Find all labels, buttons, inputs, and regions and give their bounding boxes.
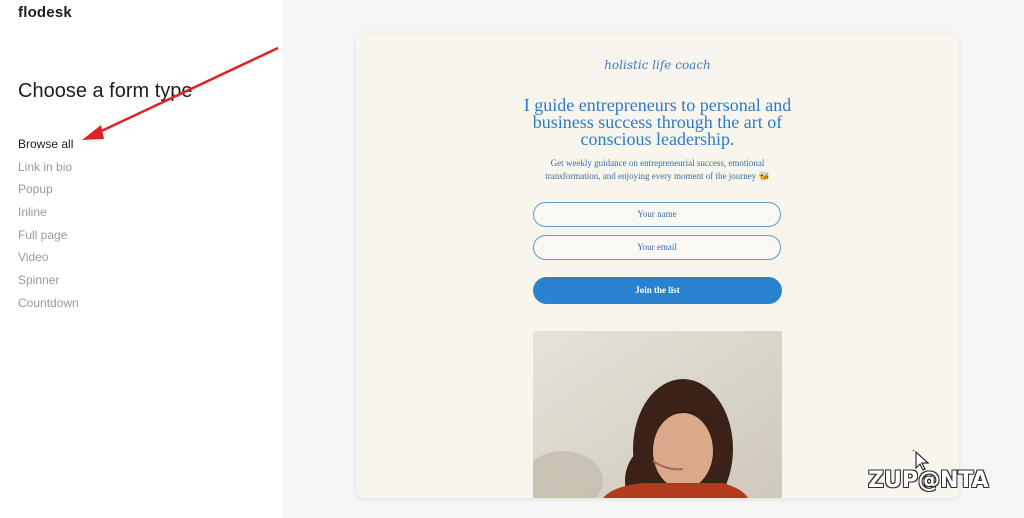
preview-subtext-text: Get weekly guidance on entrepreneurial s… [545,158,765,181]
preview-headline: I guide entrepreneurs to personal and bu… [523,95,792,149]
form-type-link-in-bio[interactable]: Link in bio [18,159,79,182]
form-type-full-page[interactable]: Full page [18,227,79,250]
coach-portrait-image [533,331,782,498]
form-type-countdown[interactable]: Countdown [18,295,79,318]
sidebar: flodesk Choose a form type Browse all Li… [0,0,282,518]
preview-subtext: Get weekly guidance on entrepreneurial s… [536,157,779,183]
portrait-illustration [533,331,782,498]
app-logo[interactable]: flodesk [18,4,72,21]
form-preview-card[interactable]: holistic life coach I guide entrepreneur… [356,33,959,498]
form-type-list: Browse all Link in bio Popup Inline Full… [18,136,79,318]
join-list-button[interactable]: Join the list [533,277,782,304]
watermark-logo: ZUP@NTA [868,468,989,493]
form-type-browse-all[interactable]: Browse all [18,136,79,159]
form-type-spinner[interactable]: Spinner [18,272,79,295]
email-field[interactable]: Your email [533,235,781,260]
name-field[interactable]: Your name [533,202,781,227]
form-type-video[interactable]: Video [18,249,79,272]
form-type-inline[interactable]: Inline [18,204,79,227]
page-title: Choose a form type [18,80,193,102]
bee-icon: 🐝 [758,171,770,181]
form-type-popup[interactable]: Popup [18,181,79,204]
preview-eyebrow: holistic life coach [604,58,711,72]
